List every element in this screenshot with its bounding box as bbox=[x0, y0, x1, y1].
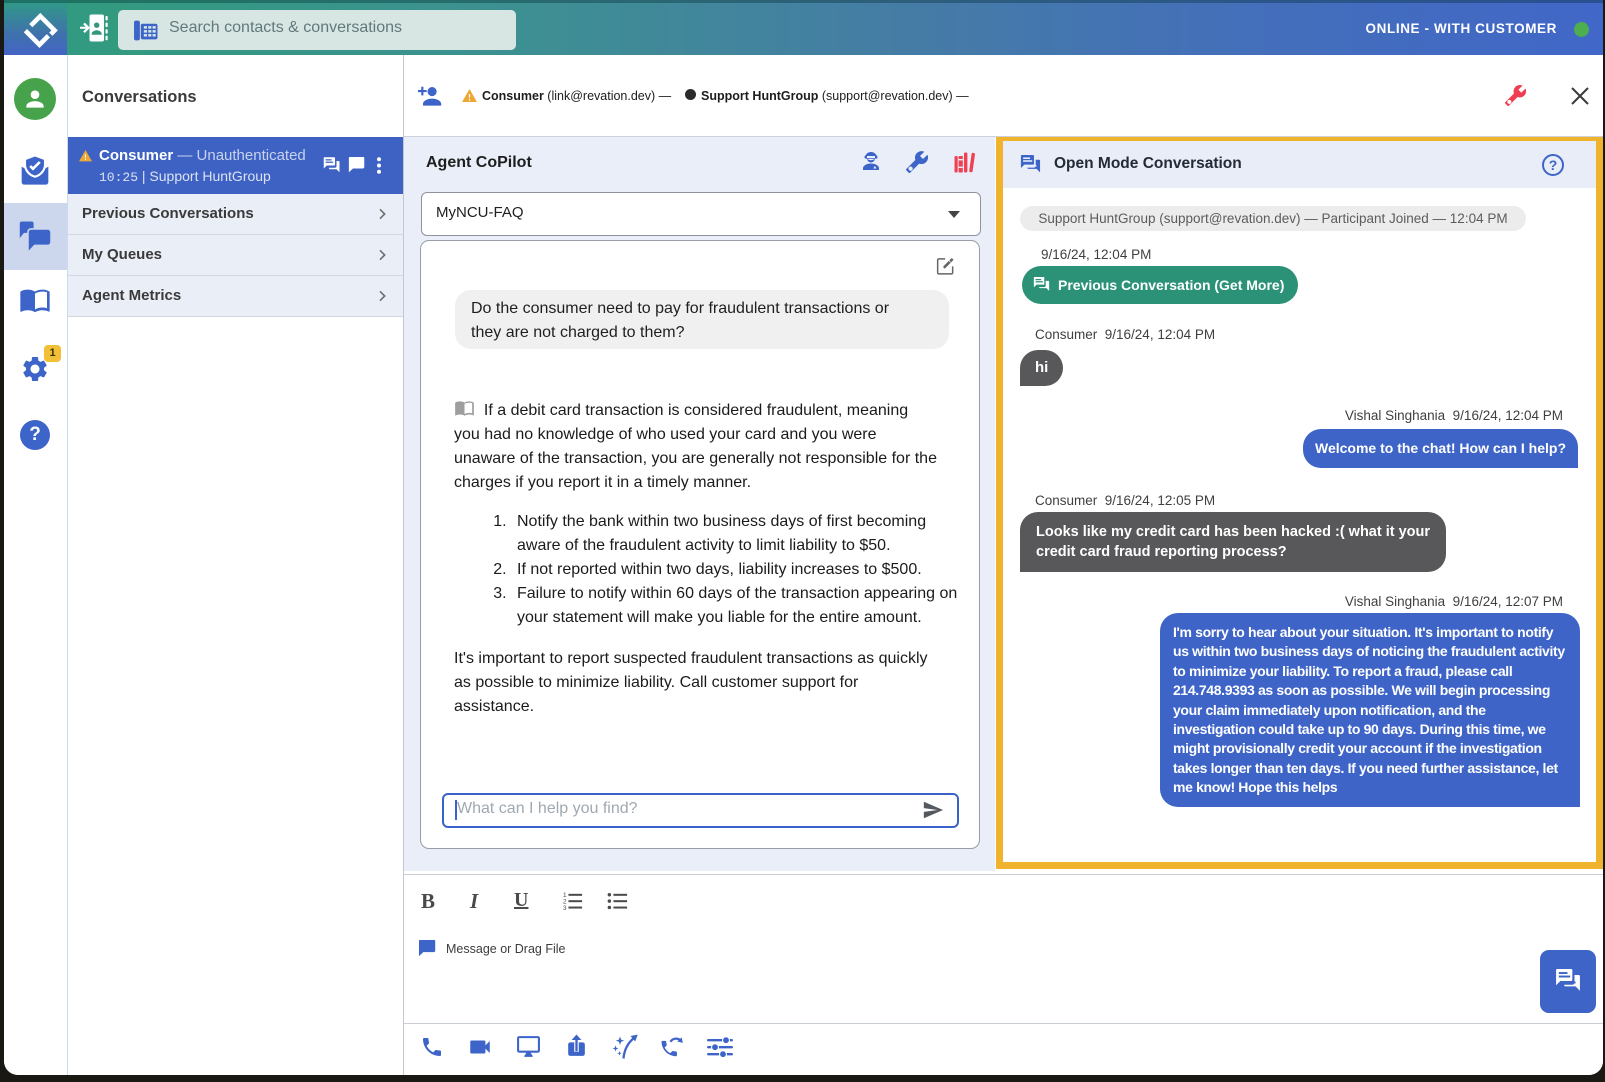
svg-text:3: 3 bbox=[563, 905, 567, 912]
